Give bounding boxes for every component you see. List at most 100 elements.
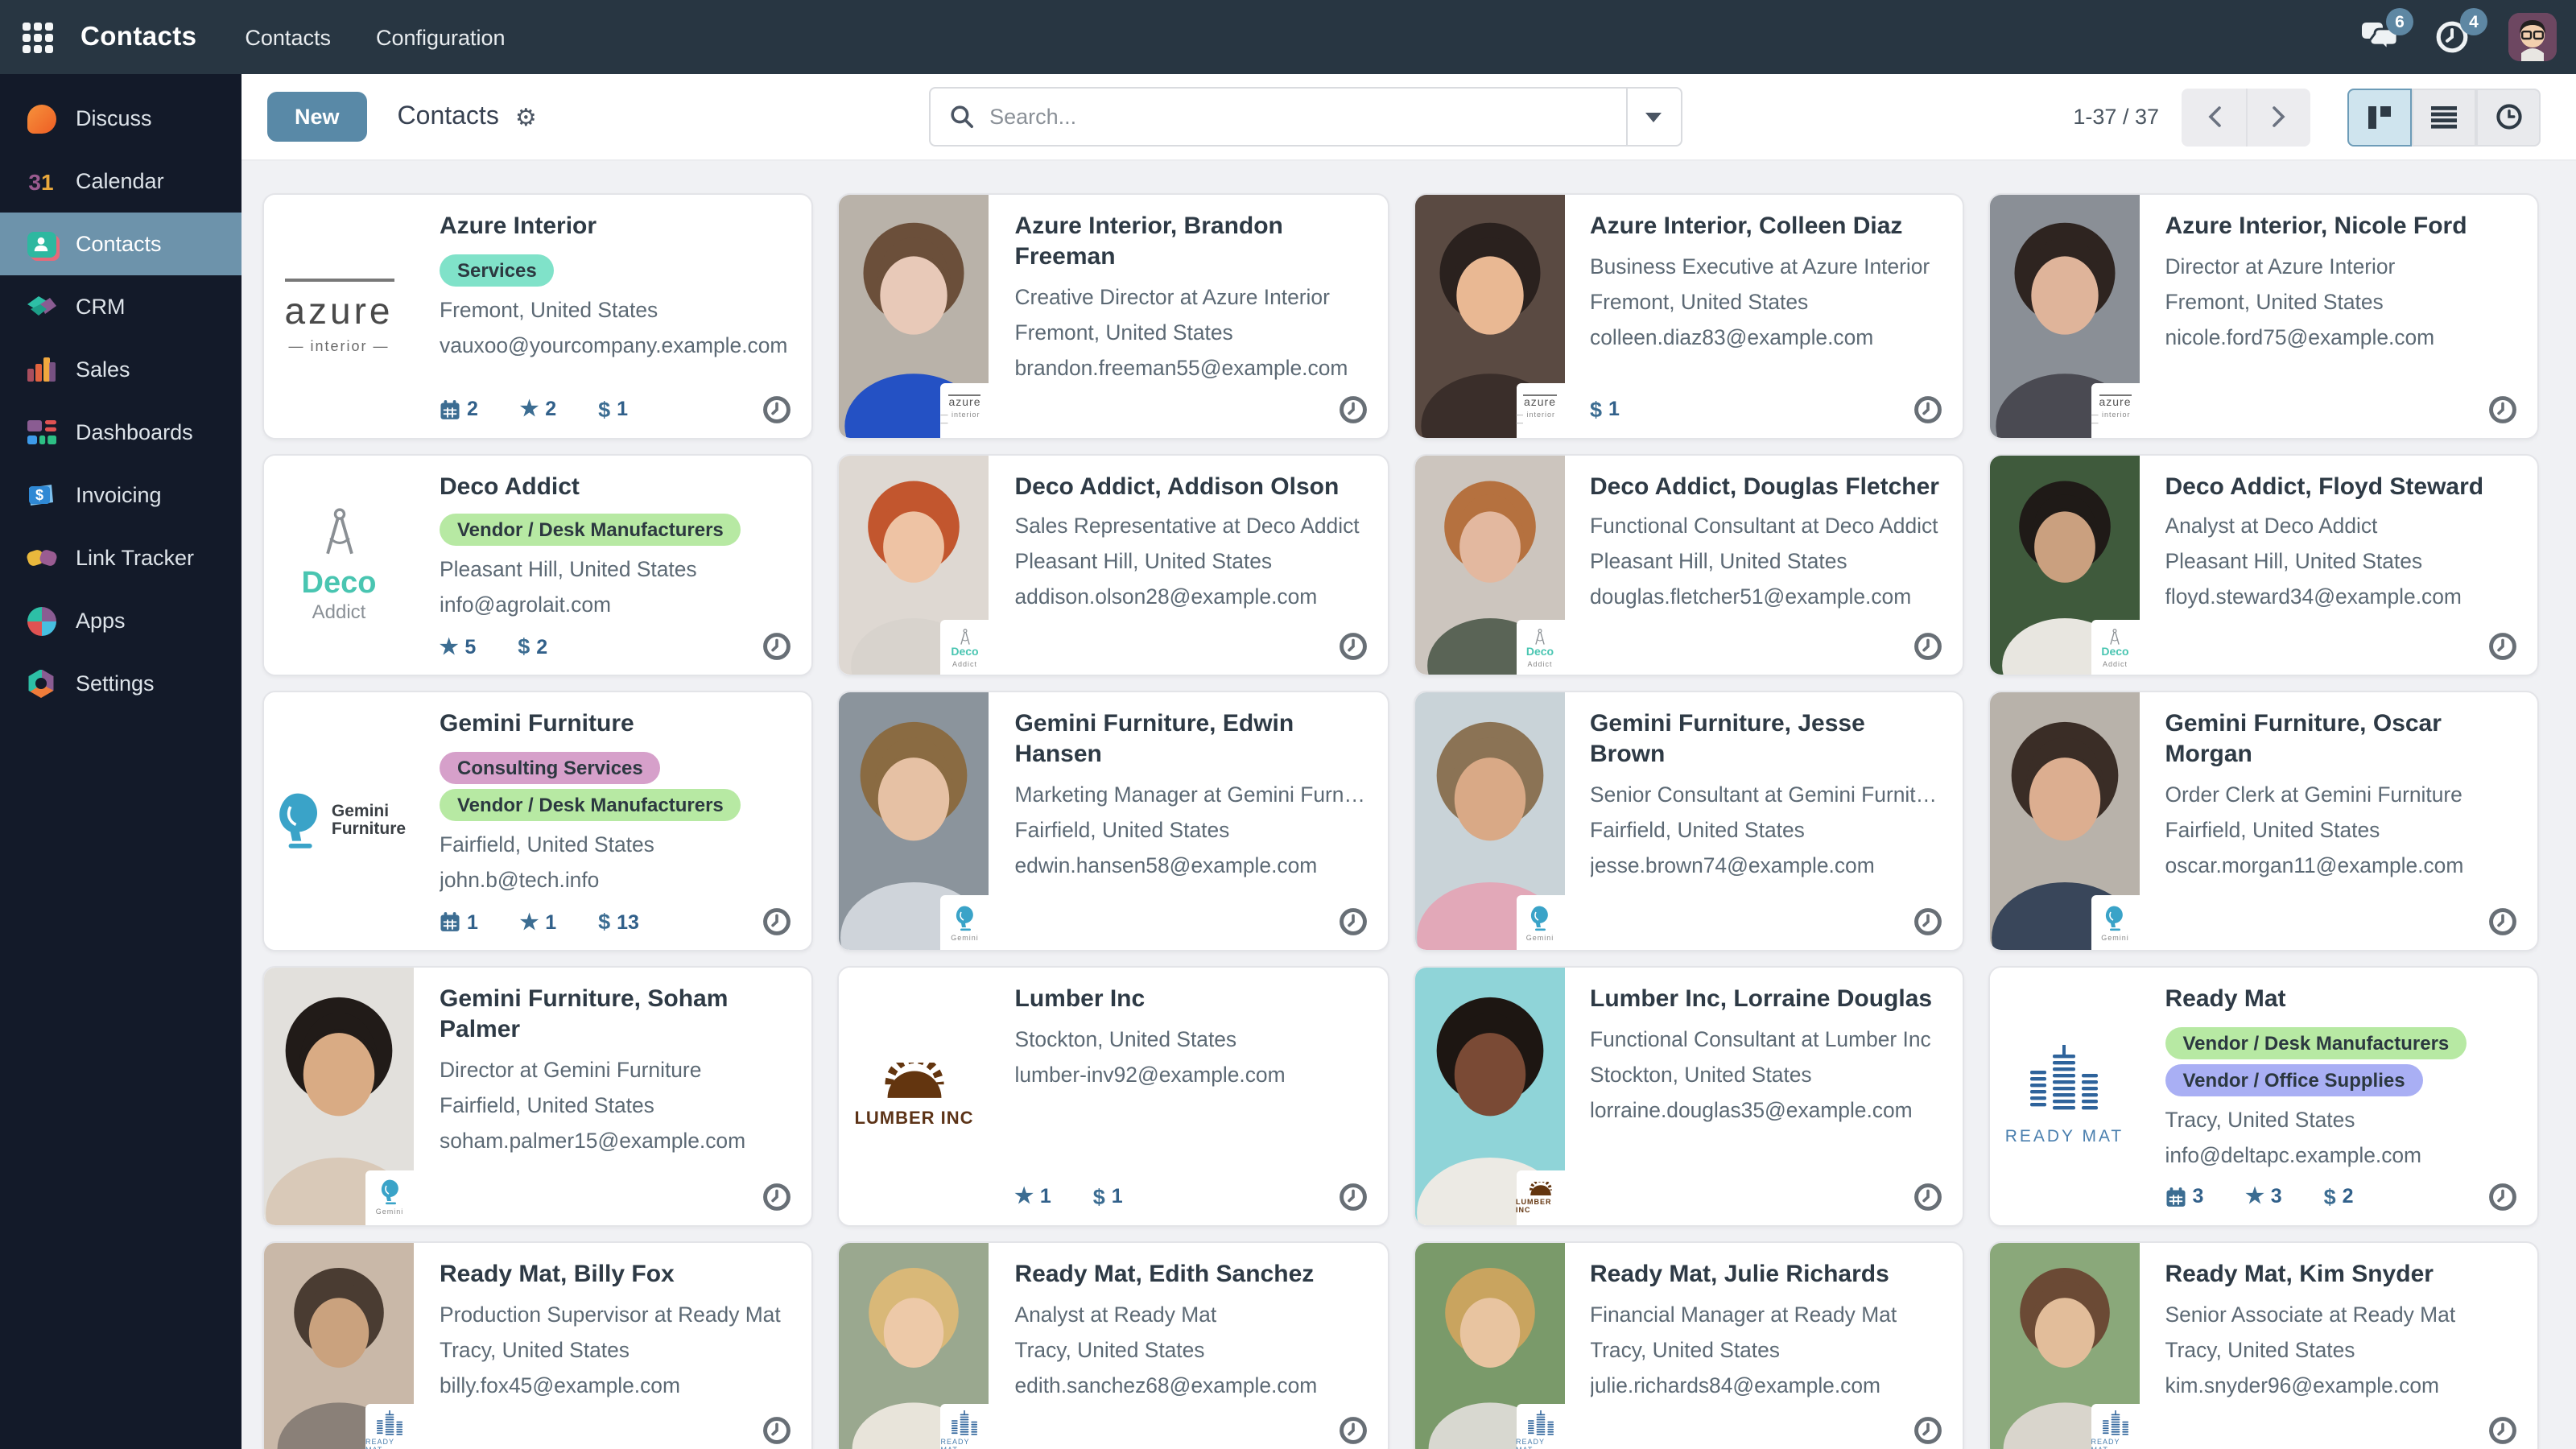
contact-detail-line: Tracy, United States xyxy=(440,1337,793,1361)
menu-configuration[interactable]: Configuration xyxy=(376,25,506,49)
schedule-activity-button[interactable] xyxy=(1337,394,1368,424)
list-view-button[interactable] xyxy=(2412,88,2476,146)
schedule-activity-button[interactable] xyxy=(762,632,793,663)
category-tag[interactable]: Consulting Services xyxy=(440,752,661,784)
category-tag[interactable]: Vendor / Desk Manufacturers xyxy=(440,789,741,821)
activities-icon[interactable]: 4 xyxy=(2434,19,2473,55)
schedule-activity-button[interactable] xyxy=(2487,1415,2518,1446)
user-avatar[interactable] xyxy=(2508,13,2557,61)
contact-card[interactable]: DecoAddictDeco Addict, Douglas FletcherF… xyxy=(1413,453,1964,677)
contact-card[interactable]: GeminiGemini Furniture, Edwin HansenMark… xyxy=(838,691,1389,952)
search-bar[interactable] xyxy=(928,87,1682,147)
sidebar-item-label: Calendar xyxy=(76,169,164,193)
apps-grid-icon[interactable] xyxy=(23,22,53,52)
schedule-activity-button[interactable] xyxy=(762,394,793,424)
menu-contacts[interactable]: Contacts xyxy=(245,25,331,49)
contact-card[interactable]: azure— interior —Azure Interior, Brandon… xyxy=(838,193,1389,439)
contact-card[interactable]: DecoAddictDeco Addict, Floyd StewardAnal… xyxy=(1988,453,2540,677)
schedule-activity-button[interactable] xyxy=(1913,906,1943,937)
sidebar-item-apps[interactable]: Apps xyxy=(0,589,242,652)
contact-detail-line: edith.sanchez68@example.com xyxy=(1015,1373,1368,1397)
category-tag[interactable]: Vendor / Office Supplies xyxy=(2165,1064,2423,1096)
dollar-badge[interactable]: $2 xyxy=(2324,1185,2354,1209)
schedule-activity-button[interactable] xyxy=(762,906,793,937)
schedule-activity-button[interactable] xyxy=(2487,632,2518,663)
schedule-activity-button[interactable] xyxy=(1337,906,1368,937)
sidebar-item-link-tracker[interactable]: Link Tracker xyxy=(0,526,242,589)
contact-name: Azure Interior, Brandon Freeman xyxy=(1015,213,1368,273)
kanban-view-button[interactable] xyxy=(2347,88,2412,146)
contact-card[interactable]: DecoAddictDeco AddictVendor / Desk Manuf… xyxy=(262,453,814,677)
card-footer xyxy=(2165,1401,2519,1446)
schedule-activity-button[interactable] xyxy=(1337,1415,1368,1446)
sidebar-item-dashboards[interactable]: Dashboards xyxy=(0,401,242,464)
card-content: Azure Interior, Brandon FreemanCreative … xyxy=(989,195,1388,437)
breadcrumb[interactable]: Contacts xyxy=(398,102,499,131)
calendar-badge[interactable]: 2 xyxy=(440,398,478,420)
contact-name: Ready Mat, Edith Sanchez xyxy=(1015,1261,1368,1291)
messages-icon[interactable]: 6 xyxy=(2360,19,2399,55)
contact-card[interactable]: LUMBER INCLumber IncStockton, United Sta… xyxy=(838,966,1389,1227)
contact-card[interactable]: azure— interior —Azure Interior, Colleen… xyxy=(1413,193,1964,439)
contact-card[interactable]: DecoAddictDeco Addict, Addison OlsonSale… xyxy=(838,453,1389,677)
dollar-badge[interactable]: $1 xyxy=(1093,1185,1123,1209)
contact-card[interactable]: READY MATReady Mat, Billy FoxProduction … xyxy=(262,1241,814,1449)
schedule-activity-button[interactable] xyxy=(2487,394,2518,424)
sidebar-item-contacts[interactable]: Contacts xyxy=(0,213,242,275)
dollar-badge[interactable]: $13 xyxy=(598,910,639,934)
sidebar-item-label: Sales xyxy=(76,357,130,382)
sidebar-item-settings[interactable]: Settings xyxy=(0,652,242,715)
contact-card[interactable]: GeminiGemini Furniture, Jesse BrownSenio… xyxy=(1413,691,1964,952)
star-icon: ★ xyxy=(1015,1184,1034,1210)
star-badge[interactable]: ★3 xyxy=(2245,1184,2281,1210)
calendar-badge[interactable]: 1 xyxy=(440,910,478,933)
pager-previous-button[interactable] xyxy=(2182,88,2246,146)
contact-card[interactable]: READY MATReady Mat, Kim SnyderSenior Ass… xyxy=(1988,1241,2540,1449)
contact-name: Deco Addict xyxy=(440,473,793,503)
schedule-activity-button[interactable] xyxy=(1913,1415,1943,1446)
sidebar-item-calendar[interactable]: 31Calendar xyxy=(0,150,242,213)
company-mini-logo: azure— interior — xyxy=(941,382,989,437)
search-input[interactable] xyxy=(989,105,1625,129)
new-button[interactable]: New xyxy=(267,92,367,142)
activity-view-button[interactable] xyxy=(2476,88,2541,146)
category-tag[interactable]: Services xyxy=(440,254,555,287)
sidebar-item-discuss[interactable]: Discuss xyxy=(0,87,242,150)
schedule-activity-button[interactable] xyxy=(1337,1182,1368,1212)
sidebar-item-invoicing[interactable]: $Invoicing xyxy=(0,464,242,526)
gear-icon[interactable]: ⚙ xyxy=(515,102,537,131)
dollar-badge[interactable]: $2 xyxy=(518,635,547,659)
gemini-furniture-logo: GeminiFurniture xyxy=(272,791,406,852)
contact-card[interactable]: GeminiGemini Furniture, Oscar MorganOrde… xyxy=(1988,691,2540,952)
contact-card[interactable]: READY MATReady Mat, Julie RichardsFinanc… xyxy=(1413,1241,1964,1449)
contact-card[interactable]: READY MATReady Mat, Edith SanchezAnalyst… xyxy=(838,1241,1389,1449)
star-badge[interactable]: ★1 xyxy=(1015,1184,1051,1210)
schedule-activity-button[interactable] xyxy=(1913,632,1943,663)
schedule-activity-button[interactable] xyxy=(1913,1182,1943,1212)
schedule-activity-button[interactable] xyxy=(762,1415,793,1446)
pager-next-button[interactable] xyxy=(2246,88,2310,146)
star-badge[interactable]: ★5 xyxy=(440,634,476,660)
dollar-icon: $ xyxy=(598,397,610,421)
contact-card[interactable]: GeminiGemini Furniture, Soham PalmerDire… xyxy=(262,966,814,1227)
dollar-badge[interactable]: $1 xyxy=(598,397,628,421)
contact-card[interactable]: GeminiFurnitureGemini FurnitureConsultin… xyxy=(262,691,814,952)
search-dropdown-toggle[interactable] xyxy=(1625,89,1680,145)
dollar-badge[interactable]: $1 xyxy=(1590,397,1620,421)
star-badge[interactable]: ★1 xyxy=(520,909,556,935)
contact-card[interactable]: azure— interior —Azure InteriorServicesF… xyxy=(262,193,814,439)
sidebar-item-crm[interactable]: CRM xyxy=(0,275,242,338)
schedule-activity-button[interactable] xyxy=(1337,632,1368,663)
calendar-badge[interactable]: 3 xyxy=(2165,1186,2204,1208)
category-tag[interactable]: Vendor / Desk Manufacturers xyxy=(440,514,741,547)
sidebar-item-sales[interactable]: Sales xyxy=(0,338,242,401)
schedule-activity-button[interactable] xyxy=(762,1182,793,1212)
category-tag[interactable]: Vendor / Desk Manufacturers xyxy=(2165,1027,2467,1059)
contact-card[interactable]: azure— interior —Azure Interior, Nicole … xyxy=(1988,193,2540,439)
contact-card[interactable]: LUMBER INCLumber Inc, Lorraine DouglasFu… xyxy=(1413,966,1964,1227)
schedule-activity-button[interactable] xyxy=(2487,1182,2518,1212)
contact-card[interactable]: READY MATReady MatVendor / Desk Manufact… xyxy=(1988,966,2540,1227)
schedule-activity-button[interactable] xyxy=(2487,906,2518,937)
star-badge[interactable]: ★2 xyxy=(520,396,556,422)
schedule-activity-button[interactable] xyxy=(1913,394,1943,424)
